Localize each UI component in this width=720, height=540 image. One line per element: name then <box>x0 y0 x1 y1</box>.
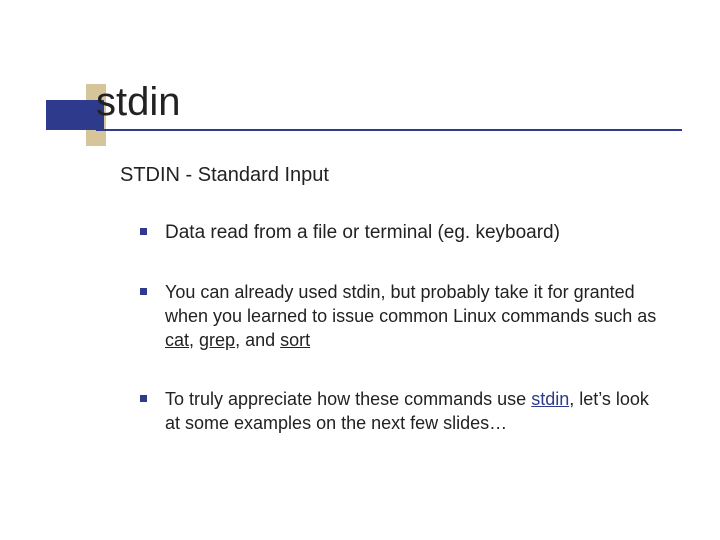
bullet-square-icon <box>140 395 147 402</box>
slide-subtitle: STDIN - Standard Input <box>120 164 329 187</box>
underlined-command-sort: sort <box>280 330 310 350</box>
bullet-text: Data read from a file or terminal (eg. k… <box>165 220 560 246</box>
title-underline <box>96 129 682 131</box>
text-segment: To truly appreciate how these commands u… <box>165 389 531 409</box>
text-segment: , and <box>235 330 280 350</box>
bullet-square-icon <box>140 288 147 295</box>
list-item: Data read from a file or terminal (eg. k… <box>140 220 660 246</box>
bullet-list: Data read from a file or terminal (eg. k… <box>140 220 660 469</box>
list-item: To truly appreciate how these commands u… <box>140 387 660 436</box>
slide: stdin STDIN - Standard Input Data read f… <box>0 0 720 540</box>
slide-title: stdin <box>96 80 181 125</box>
underlined-command-grep: grep <box>199 330 235 350</box>
list-item: You can already used stdin, but probably… <box>140 280 660 353</box>
text-segment: You can already used stdin, but probably… <box>165 282 656 326</box>
text-segment: , <box>189 330 199 350</box>
bullet-text: To truly appreciate how these commands u… <box>165 387 660 436</box>
bullet-square-icon <box>140 228 147 235</box>
underlined-command-cat: cat <box>165 330 189 350</box>
bullet-text: You can already used stdin, but probably… <box>165 280 660 353</box>
underlined-term-stdin: stdin <box>531 389 569 409</box>
